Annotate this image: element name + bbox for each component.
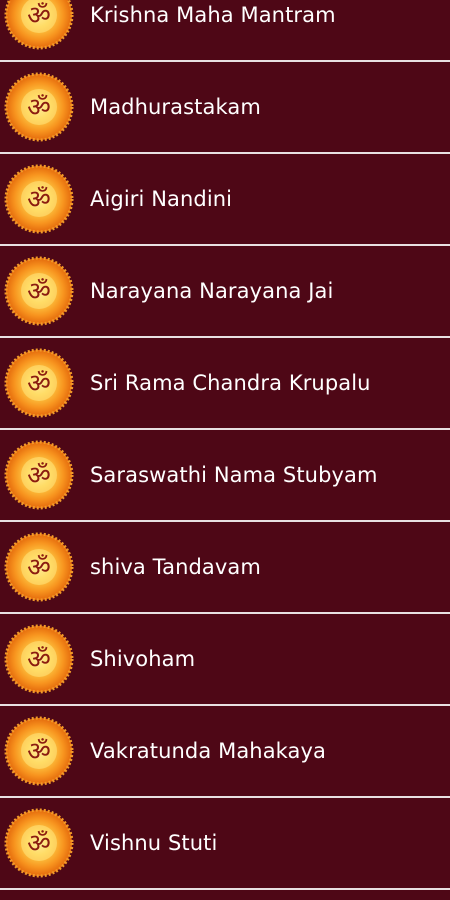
svg-text:ॐ: ॐ [27,461,51,491]
om-icon: ॐ [4,808,74,878]
om-icon: ॐ [4,716,74,786]
om-icon: ॐ [4,532,74,602]
svg-text:ॐ: ॐ [27,185,51,215]
list-item-label: Vakratunda Mahakaya [90,739,327,763]
om-icon: ॐ [4,256,74,326]
song-list-scroll[interactable]: ॐ Krishna Maha Mantram ॐ Madhurastakam ॐ… [0,0,450,890]
svg-text:ॐ: ॐ [27,369,51,399]
om-icon: ॐ [4,164,74,234]
list-item-label: Narayana Narayana Jai [90,279,334,303]
svg-text:ॐ: ॐ [27,1,51,31]
list-item[interactable]: ॐ Madhurastakam [0,62,450,154]
list-item[interactable]: ॐ Vishnu Stuti [0,798,450,890]
list-item-label: Krishna Maha Mantram [90,3,336,27]
svg-text:ॐ: ॐ [27,645,51,675]
om-icon: ॐ [4,440,74,510]
list-item-label: Vishnu Stuti [90,831,218,855]
list-item[interactable]: ॐ Sri Rama Chandra Krupalu [0,338,450,430]
svg-text:ॐ: ॐ [27,829,51,859]
list-item[interactable]: ॐ shiva Tandavam [0,522,450,614]
om-icon: ॐ [4,348,74,418]
list-item[interactable]: ॐ Narayana Narayana Jai [0,246,450,338]
svg-text:ॐ: ॐ [27,277,51,307]
list-item[interactable]: ॐ Vakratunda Mahakaya [0,706,450,798]
list-item[interactable]: ॐ Saraswathi Nama Stubyam [0,430,450,522]
list-item-label: Madhurastakam [90,95,261,119]
song-list: ॐ Krishna Maha Mantram ॐ Madhurastakam ॐ… [0,0,450,900]
om-icon: ॐ [4,0,74,50]
svg-text:ॐ: ॐ [27,737,51,767]
list-item-label: Sri Rama Chandra Krupalu [90,371,371,395]
list-item-label: Aigiri Nandini [90,187,233,211]
svg-text:ॐ: ॐ [27,93,51,123]
om-icon: ॐ [4,624,74,694]
list-item[interactable]: ॐ Krishna Maha Mantram [0,0,450,62]
svg-text:ॐ: ॐ [27,553,51,583]
om-icon: ॐ [4,72,74,142]
list-item[interactable]: ॐ Shivoham [0,614,450,706]
list-item-label: Shivoham [90,647,196,671]
list-item[interactable]: ॐ Aigiri Nandini [0,154,450,246]
list-item-label: Saraswathi Nama Stubyam [90,463,378,487]
list-item-label: shiva Tandavam [90,555,261,579]
